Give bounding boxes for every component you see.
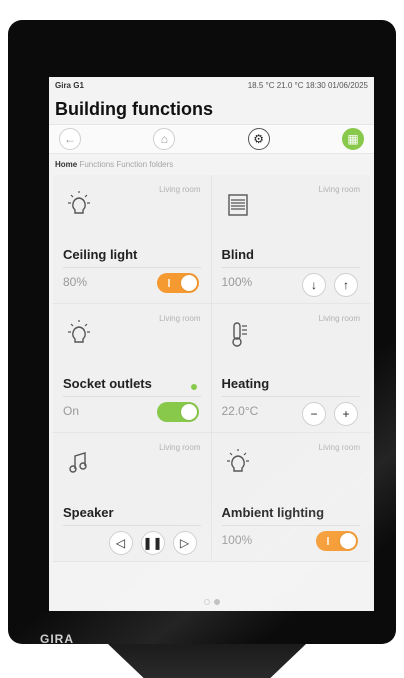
home-button[interactable]: ⌂	[153, 128, 176, 150]
previous-track-button[interactable]: ◁	[108, 531, 133, 555]
device-stand	[108, 644, 306, 678]
tile-heating[interactable]: Living room Heating 22.0°C − +	[211, 304, 370, 433]
decrease-temp-button[interactable]: −	[302, 402, 326, 426]
next-track-button[interactable]: ▷	[172, 531, 197, 555]
room-label: Living room	[159, 314, 201, 323]
brand-logo: GIRA	[40, 632, 74, 644]
page-title: Building functions	[55, 99, 213, 119]
room-label: Living room	[318, 314, 360, 323]
music-icon	[69, 452, 87, 473]
divider	[63, 396, 201, 397]
thermometer-icon	[231, 322, 247, 347]
device-name: Gira G1	[55, 80, 84, 90]
blind-down-button[interactable]: ↓	[302, 273, 326, 297]
toggle-thumb	[180, 275, 197, 291]
divider	[221, 267, 360, 268]
screen: Gira G1 18.5 °C 21.0 °C 18:30 01/06/2025…	[49, 77, 374, 611]
grid-icon: ▦	[347, 132, 359, 146]
tile-value: On	[63, 404, 80, 418]
tile-socket-outlets[interactable]: Living room Socket outlets On	[53, 304, 212, 433]
breadcrumb: Home Functions Function folders	[49, 154, 374, 175]
arrow-up-icon: ↑	[343, 278, 349, 292]
room-label: Living room	[318, 443, 360, 452]
blind-icon	[227, 194, 248, 216]
toggle-bar	[167, 279, 170, 287]
tile-value: 22.0°C	[221, 404, 259, 418]
minus-icon: −	[310, 407, 318, 421]
room-label: Living room	[159, 185, 201, 194]
breadcrumb-rest: Functions Function folders	[79, 160, 174, 169]
divider	[221, 525, 360, 526]
next-icon: ▷	[179, 536, 190, 550]
status-bar: Gira G1 18.5 °C 21.0 °C 18:30 01/06/2025	[49, 77, 374, 93]
arrow-down-icon: ↓	[311, 278, 317, 292]
tile-name: Ambient lighting	[221, 505, 325, 520]
pause-icon: ❚❚	[142, 536, 163, 550]
device-frame: Gira G1 18.5 °C 21.0 °C 18:30 01/06/2025…	[8, 20, 396, 644]
page-indicator	[49, 599, 374, 605]
tile-ceiling-light[interactable]: Living room Ceiling light 80%	[53, 175, 212, 304]
tile-name: Blind	[221, 247, 255, 262]
toggle-thumb	[340, 533, 356, 549]
tile-value: 100%	[221, 275, 253, 289]
room-label: Living room	[159, 443, 201, 452]
pause-button[interactable]: ❚❚	[140, 531, 165, 555]
bulb-icon	[226, 449, 249, 472]
status-readout: 18.5 °C 21.0 °C 18:30 01/06/2025	[247, 80, 368, 90]
divider	[63, 525, 201, 526]
bulb-icon	[68, 320, 90, 343]
tile-name: Heating	[221, 376, 270, 391]
toggle-bar	[327, 537, 329, 545]
page-dot-2[interactable]	[213, 599, 220, 605]
home-icon: ⌂	[160, 132, 168, 146]
blind-up-button[interactable]: ↑	[334, 273, 358, 297]
tiles-grid: Living room Ceiling light 80% Living roo…	[49, 175, 374, 562]
grid-button[interactable]: ▦	[341, 128, 364, 150]
back-button[interactable]: ←	[59, 128, 81, 150]
tile-value: 80%	[63, 275, 88, 289]
breadcrumb-home[interactable]: Home	[55, 160, 77, 169]
previous-icon: ◁	[115, 536, 126, 550]
settings-icon: ⚙	[253, 132, 265, 146]
toggle-switch[interactable]	[316, 531, 358, 551]
tile-value: 100%	[221, 533, 253, 547]
toggle-switch[interactable]	[156, 273, 199, 293]
back-icon: ←	[64, 132, 76, 146]
page-dot-1[interactable]	[203, 599, 210, 605]
divider	[63, 267, 201, 268]
settings-button[interactable]: ⚙	[247, 128, 270, 150]
tile-speaker[interactable]: Living room Speaker ◁ ❚❚ ▷	[53, 433, 212, 562]
toggle-switch[interactable]	[156, 402, 199, 422]
increase-temp-button[interactable]: +	[334, 402, 358, 426]
toggle-thumb	[180, 404, 197, 420]
tile-name: Socket outlets	[63, 376, 152, 391]
tile-name: Ceiling light	[63, 247, 138, 262]
tile-name: Speaker	[63, 505, 114, 520]
plus-icon: +	[342, 407, 350, 421]
tile-blind[interactable]: Living room Blind 100% ↓ ↑	[211, 175, 370, 304]
tile-ambient-lighting[interactable]: Living room Ambient lighting 100%	[211, 433, 370, 562]
divider	[221, 396, 360, 397]
bulb-icon	[68, 191, 90, 214]
nav-bar: ← ⌂ ⚙ ▦	[49, 124, 374, 154]
status-indicator	[190, 384, 197, 390]
room-label: Living room	[318, 185, 360, 194]
